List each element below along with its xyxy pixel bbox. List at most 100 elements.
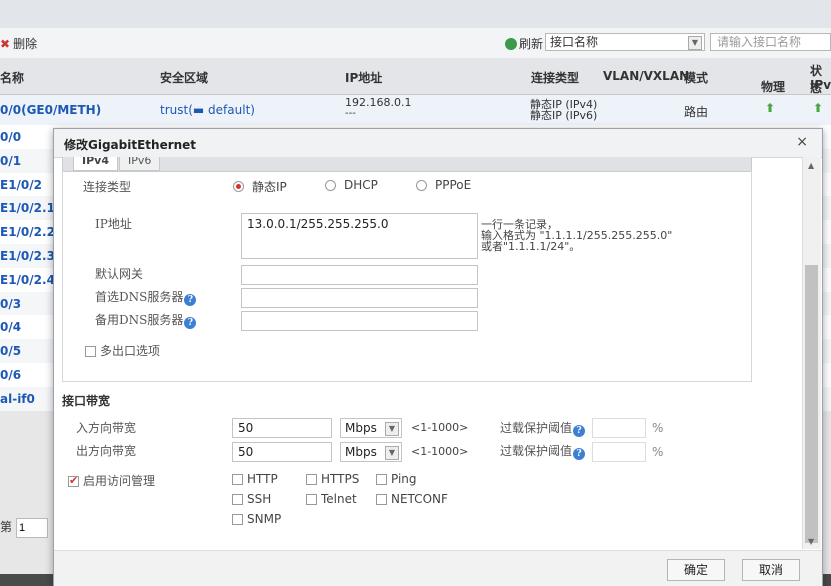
help-icon[interactable]: ? (184, 294, 197, 306)
in-bandwidth-input[interactable]: 50 (232, 418, 332, 438)
in-unit-select[interactable]: Mbps ▼ (340, 418, 402, 438)
radio-off-icon (416, 179, 427, 191)
col-name[interactable]: 名称 (0, 69, 24, 86)
scroll-up-icon[interactable]: ▲ (808, 161, 814, 170)
out-threshold-label: 过载保护阈值? (500, 442, 586, 460)
ok-button[interactable]: 确定 (667, 559, 725, 581)
filter-field-select[interactable]: 接口名称 ▼ (545, 33, 705, 51)
radio-off-icon (325, 179, 336, 191)
ip-address-textarea[interactable]: 13.0.0.1/255.255.255.0 (241, 213, 478, 259)
row-name: 0/0 (0, 130, 22, 144)
ip-hint: 一行一条记录， 输入格式为 "1.1.1.1/255.255.255.0" 或者… (481, 218, 673, 253)
row-name: 0/5 (0, 344, 22, 359)
chevron-down-icon: ▼ (385, 422, 399, 436)
checkbox-icon (306, 494, 317, 505)
edit-interface-dialog: 修改GigabitEthernet × IPv4 IPv6 连接类型 静态IP … (53, 128, 823, 586)
row-name: E1/0/2 (0, 177, 43, 192)
dialog-body: IPv4 IPv6 连接类型 静态IP DHCP PPPoE IP地址 13.0… (54, 157, 802, 537)
in-threshold-label: 过载保护阈值? (500, 419, 586, 437)
scroll-thumb[interactable] (805, 265, 818, 543)
dialog-scrollbar[interactable]: ▲ ▼ (802, 157, 821, 549)
col-conn-type[interactable]: 连接类型 (531, 69, 579, 86)
bandwidth-title: 接口带宽 (62, 394, 111, 408)
out-bandwidth-label: 出方向带宽 (76, 444, 137, 458)
table-header: 名称 安全区域 IP地址 连接类型 VLAN/VXLAN 模式 状态 物理 IP… (0, 58, 831, 95)
row-name: 0/3 (0, 296, 22, 311)
dialog-header: 修改GigabitEthernet × (54, 129, 822, 158)
refresh-icon (505, 38, 517, 50)
out-threshold-input[interactable] (592, 442, 646, 462)
service-telnet[interactable]: Telnet (306, 492, 357, 506)
checkbox-icon (85, 346, 96, 357)
help-icon[interactable]: ? (184, 317, 197, 329)
in-threshold-input[interactable] (592, 418, 646, 438)
page-number-input[interactable] (16, 518, 49, 538)
service-ssh[interactable]: SSH (232, 492, 271, 506)
delete-icon: ✖ (0, 37, 11, 51)
row-name: 0/1 (0, 153, 22, 168)
help-icon[interactable]: ? (573, 425, 586, 437)
conn-type-label: 连接类型 (83, 180, 132, 194)
help-icon[interactable]: ? (573, 448, 586, 460)
radio-pppoe[interactable]: PPPoE (416, 178, 471, 192)
gateway-label: 默认网关 (95, 267, 144, 281)
col-zone[interactable]: 安全区域 (160, 69, 208, 86)
refresh-button[interactable]: 刷新 (505, 35, 543, 52)
col-vlan[interactable]: VLAN/VXLAN (603, 69, 689, 83)
row-name: 0/6 (0, 368, 22, 382)
service-ping[interactable]: Ping (376, 472, 417, 486)
ipv4-panel: 连接类型 静态IP DHCP PPPoE IP地址 13.0.0.1/255.2… (62, 171, 752, 382)
radio-static-ip[interactable]: 静态IP (233, 178, 287, 195)
out-bandwidth-input[interactable]: 50 (232, 442, 332, 462)
chevron-down-icon: ▼ (688, 36, 702, 50)
gateway-input[interactable] (241, 265, 478, 285)
service-snmp[interactable]: SNMP (232, 512, 281, 526)
network-icon: ▬ (192, 103, 205, 117)
checkbox-icon (376, 494, 387, 505)
table-row[interactable]: 0/0(GE0/METH) trust(▬ default) 192.168.0… (0, 95, 831, 125)
checkbox-icon (232, 514, 243, 525)
radio-on-icon (233, 181, 244, 192)
service-https[interactable]: HTTPS (306, 472, 359, 486)
col-mode[interactable]: 模式 (684, 69, 708, 86)
access-mgmt-checkbox[interactable]: 启用访问管理 (68, 472, 155, 489)
dialog-title: 修改GigabitEthernet (64, 138, 197, 152)
tab-strip: IPv4 IPv6 (62, 157, 752, 172)
checkbox-icon (232, 474, 243, 485)
in-range-hint: <1-1000> (411, 421, 469, 434)
out-unit-select[interactable]: Mbps ▼ (340, 442, 402, 462)
checkbox-icon (232, 494, 243, 505)
search-input[interactable]: 请输入接口名称 (710, 33, 831, 51)
ip-label: IP地址 (95, 217, 132, 231)
checkbox-icon (306, 474, 317, 485)
service-http[interactable]: HTTP (232, 472, 278, 486)
col-ip[interactable]: IP地址 (345, 69, 382, 86)
checkbox-checked-icon (68, 474, 79, 487)
service-netconf[interactable]: NETCONF (376, 492, 448, 506)
row-name: al-if0 (0, 391, 35, 406)
out-range-hint: <1-1000> (411, 445, 469, 458)
scroll-down-icon[interactable]: ▼ (808, 537, 814, 546)
toolbar: ✖ 删除 刷新 (0, 28, 831, 59)
chevron-down-icon: ▼ (385, 446, 399, 460)
tab-ipv4[interactable]: IPv4 (73, 157, 118, 171)
dns1-label: 首选DNS服务器? (95, 288, 197, 306)
pager: 第 (0, 518, 49, 538)
dns2-input[interactable] (241, 311, 478, 331)
radio-dhcp[interactable]: DHCP (325, 178, 378, 192)
close-icon[interactable]: × (796, 134, 808, 150)
col-ipv4: IPv4 (810, 78, 831, 92)
dns1-input[interactable] (241, 288, 478, 308)
tab-ipv6[interactable]: IPv6 (119, 157, 161, 171)
top-bar (0, 0, 831, 28)
multi-exit-checkbox[interactable]: 多出口选项 (85, 342, 160, 359)
dns2-label: 备用DNS服务器? (95, 311, 197, 329)
row-name: 0/4 (0, 320, 22, 335)
in-bandwidth-label: 入方向带宽 (76, 421, 137, 435)
arrow-up-icon: ⬆ (765, 101, 776, 115)
delete-button[interactable]: ✖ 删除 (0, 35, 37, 52)
cancel-button[interactable]: 取消 (742, 559, 800, 581)
dialog-footer: 确定 取消 (54, 550, 822, 586)
col-physical: 物理 (761, 80, 786, 94)
arrow-up-icon: ⬆ (813, 101, 824, 115)
